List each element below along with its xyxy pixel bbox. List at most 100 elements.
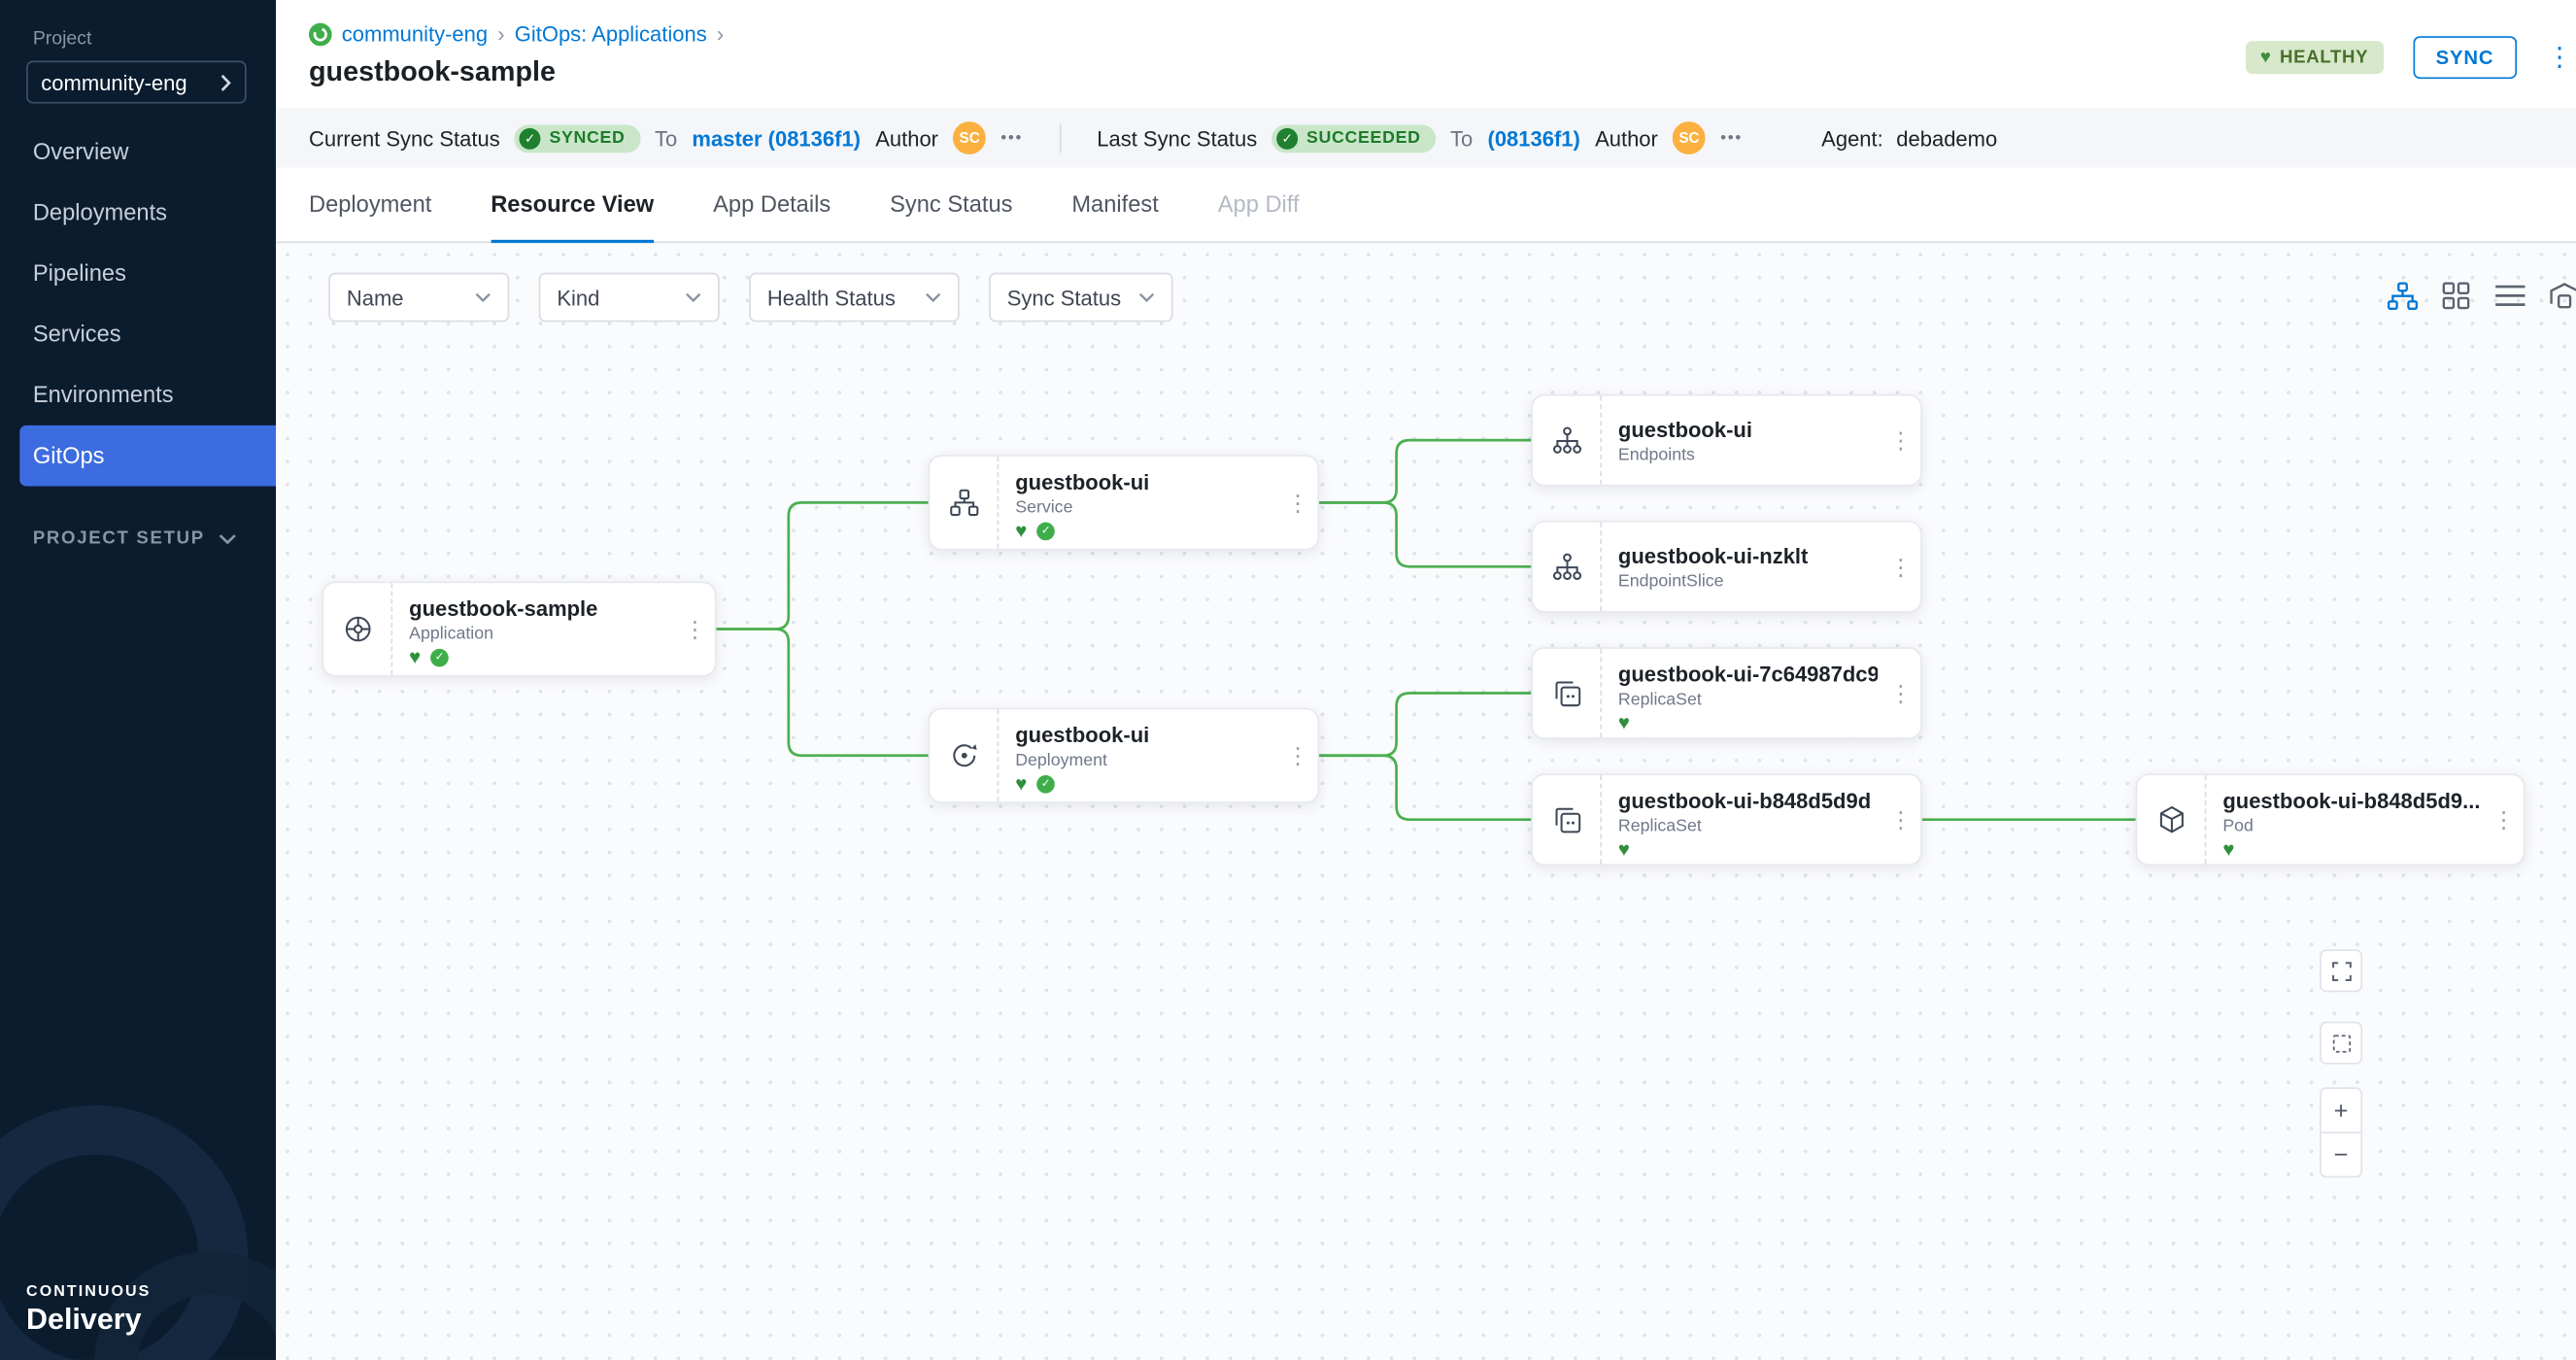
fit-to-view-button[interactable] <box>2320 1022 2362 1065</box>
project-selector[interactable]: community-eng <box>26 61 247 104</box>
node-title: guestbook-ui <box>1015 723 1274 747</box>
node-deployment[interactable]: guestbook-ui Deployment ♥ ✓ ⋮ <box>929 708 1320 803</box>
node-title: guestbook-sample <box>409 596 672 621</box>
chevron-right-icon <box>220 73 232 91</box>
node-replicaset-1[interactable]: guestbook-ui-7c64987dc9 ReplicaSet ♥ ⋮ <box>1531 647 1922 739</box>
node-menu-icon[interactable]: ⋮ <box>1278 709 1318 801</box>
resource-tree-canvas: Name Kind Health Status Sync Status <box>276 243 2576 1360</box>
node-kind: ReplicaSet <box>1618 816 1878 835</box>
pod-icon <box>2137 775 2206 864</box>
sidebar-item-overview[interactable]: Overview <box>0 121 276 183</box>
health-heart-icon: ♥ <box>1015 773 1027 793</box>
health-status-filter-select[interactable]: Health Status <box>749 273 959 323</box>
service-icon <box>930 457 999 549</box>
fullscreen-button[interactable] <box>2320 949 2362 992</box>
sync-status-filter-select[interactable]: Sync Status <box>989 273 1172 323</box>
brand-line2: Delivery <box>26 1303 151 1338</box>
tab-manifest[interactable]: Manifest <box>1071 167 1159 243</box>
node-pod[interactable]: guestbook-ui-b848d5d9... Pod ♥ ⋮ <box>2136 773 2525 866</box>
project-setup-toggle[interactable]: PROJECT SETUP <box>33 528 236 548</box>
node-title: guestbook-ui-b848d5d9d <box>1618 789 1878 813</box>
node-menu-icon[interactable]: ⋮ <box>675 583 715 675</box>
group-view-icon[interactable] <box>2548 279 2576 312</box>
header-kebab-menu-icon[interactable]: ⋮ <box>2547 41 2566 74</box>
header-actions: ♥ HEALTHY SYNC ⋮ <box>2246 36 2566 79</box>
breadcrumb-applications-link[interactable]: GitOps: Applications <box>515 21 707 46</box>
node-menu-icon[interactable]: ⋮ <box>1881 775 1921 864</box>
main-content: community-eng › GitOps: Applications › g… <box>276 0 2576 1360</box>
sync-status-filter-label: Sync Status <box>1007 285 1121 309</box>
node-menu-icon[interactable]: ⋮ <box>1881 395 1921 484</box>
last-sync-label: Last Sync Status <box>1097 125 1257 150</box>
agent-label: Agent: <box>1821 125 1883 150</box>
health-status-filter-label: Health Status <box>767 285 896 309</box>
node-service[interactable]: guestbook-ui Service ♥ ✓ ⋮ <box>929 455 1320 550</box>
name-filter-select[interactable]: Name <box>328 273 509 323</box>
last-revision-link[interactable]: (08136f1) <box>1487 125 1579 150</box>
tab-app-diff: App Diff <box>1218 167 1300 243</box>
check-circle-icon: ✓ <box>520 127 541 149</box>
to-label: To <box>655 125 677 150</box>
fit-to-view-icon <box>2328 1031 2353 1055</box>
node-menu-icon[interactable]: ⋮ <box>1278 457 1318 549</box>
zoom-in-button[interactable]: + <box>2322 1089 2361 1132</box>
sidebar-nav: Overview Deployments Pipelines Services … <box>0 121 276 486</box>
tab-app-details[interactable]: App Details <box>713 167 830 243</box>
chevron-down-icon <box>1138 292 1155 302</box>
sidebar-item-gitops[interactable]: GitOps <box>19 425 276 487</box>
page-header: community-eng › GitOps: Applications › g… <box>276 0 2576 109</box>
app-window: Project community-eng Overview Deploymen… <box>0 0 2576 1360</box>
node-kind: Deployment <box>1015 751 1274 770</box>
node-title: guestbook-ui-nzklt <box>1618 543 1878 567</box>
tab-deployment[interactable]: Deployment <box>309 167 431 243</box>
replicaset-icon <box>1533 649 1602 737</box>
tab-resource-view[interactable]: Resource View <box>491 167 654 243</box>
fullscreen-icon <box>2328 959 2353 983</box>
gitops-app-icon <box>309 22 332 46</box>
sync-check-icon: ✓ <box>1036 774 1055 793</box>
node-menu-icon[interactable]: ⋮ <box>1881 523 1921 611</box>
succeeded-badge: ✓ SUCCEEDED <box>1271 124 1435 153</box>
tab-sync-status[interactable]: Sync Status <box>890 167 1012 243</box>
project-setup-label: PROJECT SETUP <box>33 528 205 548</box>
sync-button[interactable]: SYNC <box>2413 36 2517 79</box>
last-sync-group: Last Sync Status ✓ SUCCEEDED To (08136f1… <box>1097 121 1743 154</box>
node-menu-icon[interactable]: ⋮ <box>2484 775 2524 864</box>
node-endpoints[interactable]: guestbook-ui Endpoints ⋮ <box>1531 394 1922 487</box>
breadcrumb: community-eng › GitOps: Applications › <box>309 21 724 46</box>
project-label: Project <box>33 29 92 49</box>
node-application[interactable]: guestbook-sample Application ♥ ✓ ⋮ <box>322 582 716 677</box>
page-title: guestbook-sample <box>309 55 556 88</box>
node-kind: Service <box>1015 497 1274 517</box>
sync-status-bar: Current Sync Status ✓ SYNCED To master (… <box>276 109 2576 168</box>
zoom-out-button[interactable]: − <box>2322 1134 2361 1176</box>
sidebar-item-deployments[interactable]: Deployments <box>0 183 276 244</box>
brand-line1: CONTINUOUS <box>26 1283 151 1302</box>
breadcrumb-project-link[interactable]: community-eng <box>342 21 488 46</box>
sidebar-item-pipelines[interactable]: Pipelines <box>0 243 276 304</box>
grid-view-icon[interactable] <box>2440 279 2473 312</box>
current-revision-link[interactable]: master (08136f1) <box>692 125 861 150</box>
health-heart-icon: ♥ <box>1618 713 1630 732</box>
sync-check-icon: ✓ <box>1036 522 1055 540</box>
author-label: Author <box>875 125 938 150</box>
node-menu-icon[interactable]: ⋮ <box>1881 649 1921 737</box>
more-options-icon[interactable]: ••• <box>1000 129 1023 148</box>
tree-view-icon[interactable] <box>2386 279 2419 312</box>
sidebar-item-environments[interactable]: Environments <box>0 364 276 425</box>
kind-filter-select[interactable]: Kind <box>539 273 720 323</box>
breadcrumb-separator-icon: › <box>497 21 504 46</box>
project-selector-value: community-eng <box>41 70 186 94</box>
author-avatar: SC <box>953 121 986 154</box>
agent-name: debademo <box>1896 125 1997 150</box>
node-replicaset-2[interactable]: guestbook-ui-b848d5d9d ReplicaSet ♥ ⋮ <box>1531 773 1922 866</box>
health-heart-icon: ♥ <box>1015 521 1027 540</box>
succeeded-badge-label: SUCCEEDED <box>1306 128 1421 148</box>
node-endpointslice[interactable]: guestbook-ui-nzklt EndpointSlice ⋮ <box>1531 521 1922 613</box>
node-kind: Pod <box>2222 816 2481 835</box>
more-options-icon[interactable]: ••• <box>1720 129 1743 148</box>
sidebar-item-services[interactable]: Services <box>0 304 276 365</box>
chevron-down-icon <box>685 292 701 302</box>
tab-bar: Deployment Resource View App Details Syn… <box>276 167 2576 243</box>
list-view-icon[interactable] <box>2493 279 2526 312</box>
